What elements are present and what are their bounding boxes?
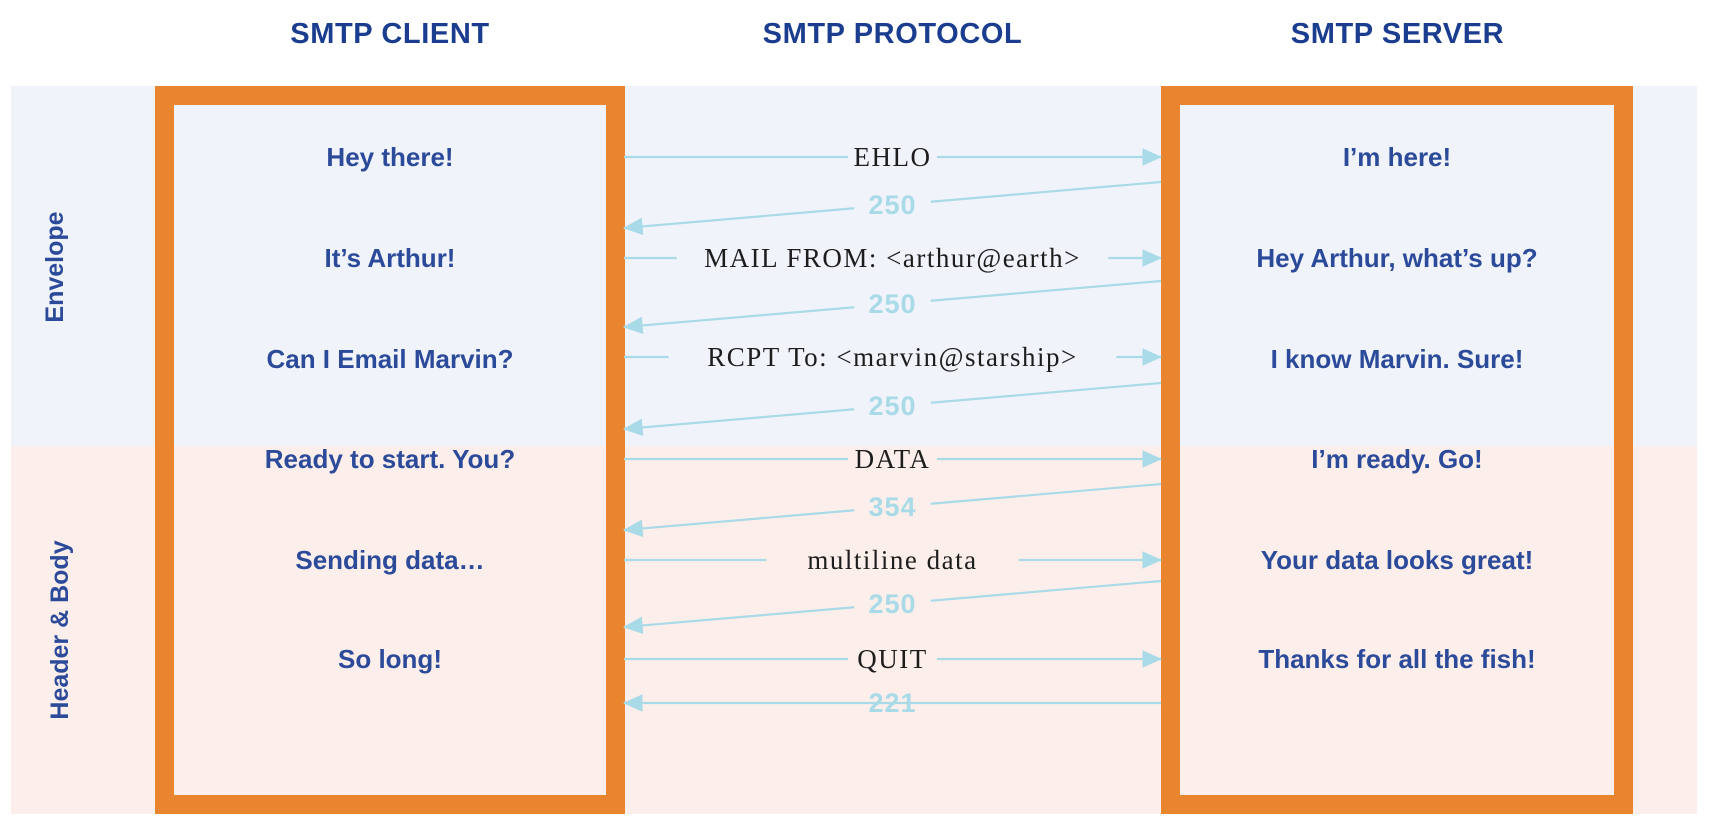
server-message: I’m ready. Go! — [1311, 444, 1483, 474]
server-message: Hey Arthur, what’s up? — [1256, 243, 1538, 273]
section-label-header-body: Header & Body — [46, 540, 74, 720]
column-header-server: SMTP SERVER — [1290, 18, 1505, 50]
server-message: Your data looks great! — [1260, 545, 1534, 575]
client-message: Ready to start. You? — [264, 444, 516, 474]
wire-label-reply-9: 250 — [868, 589, 917, 619]
wire-label-command-10: QUIT — [857, 644, 928, 674]
wire-label-reply-7: 354 — [868, 492, 917, 522]
smtp-protocol-diagram: SMTP CLIENT SMTP PROTOCOL SMTP SERVER En… — [0, 0, 1710, 828]
wire-label-reply-5: 250 — [868, 391, 917, 421]
wire-label-command-4: RCPT To: <marvin@starship> — [707, 342, 1078, 372]
wire-label-command-2: MAIL FROM: <arthur@earth> — [704, 243, 1081, 273]
client-message: It’s Arthur! — [324, 243, 456, 273]
server-message: I’m here! — [1342, 142, 1452, 172]
client-message: Sending data… — [295, 545, 485, 575]
wire-label-reply-3: 250 — [868, 289, 917, 319]
section-label-envelope: Envelope — [41, 211, 69, 323]
column-header-client: SMTP CLIENT — [290, 18, 490, 50]
wire-label-reply-11: 221 — [868, 688, 917, 718]
client-message: Hey there! — [326, 142, 454, 172]
wire-label-reply-1: 250 — [868, 190, 917, 220]
wire-label-command-6: DATA — [854, 444, 931, 474]
column-header-protocol: SMTP PROTOCOL — [762, 18, 1023, 50]
client-message: So long! — [338, 644, 442, 674]
client-message: Can I Email Marvin? — [266, 344, 514, 374]
wire-label-command-8: multiline data — [807, 545, 978, 575]
server-message: Thanks for all the fish! — [1258, 644, 1536, 674]
server-message: I know Marvin. Sure! — [1270, 344, 1524, 374]
wire-label-command-0: EHLO — [853, 142, 932, 172]
